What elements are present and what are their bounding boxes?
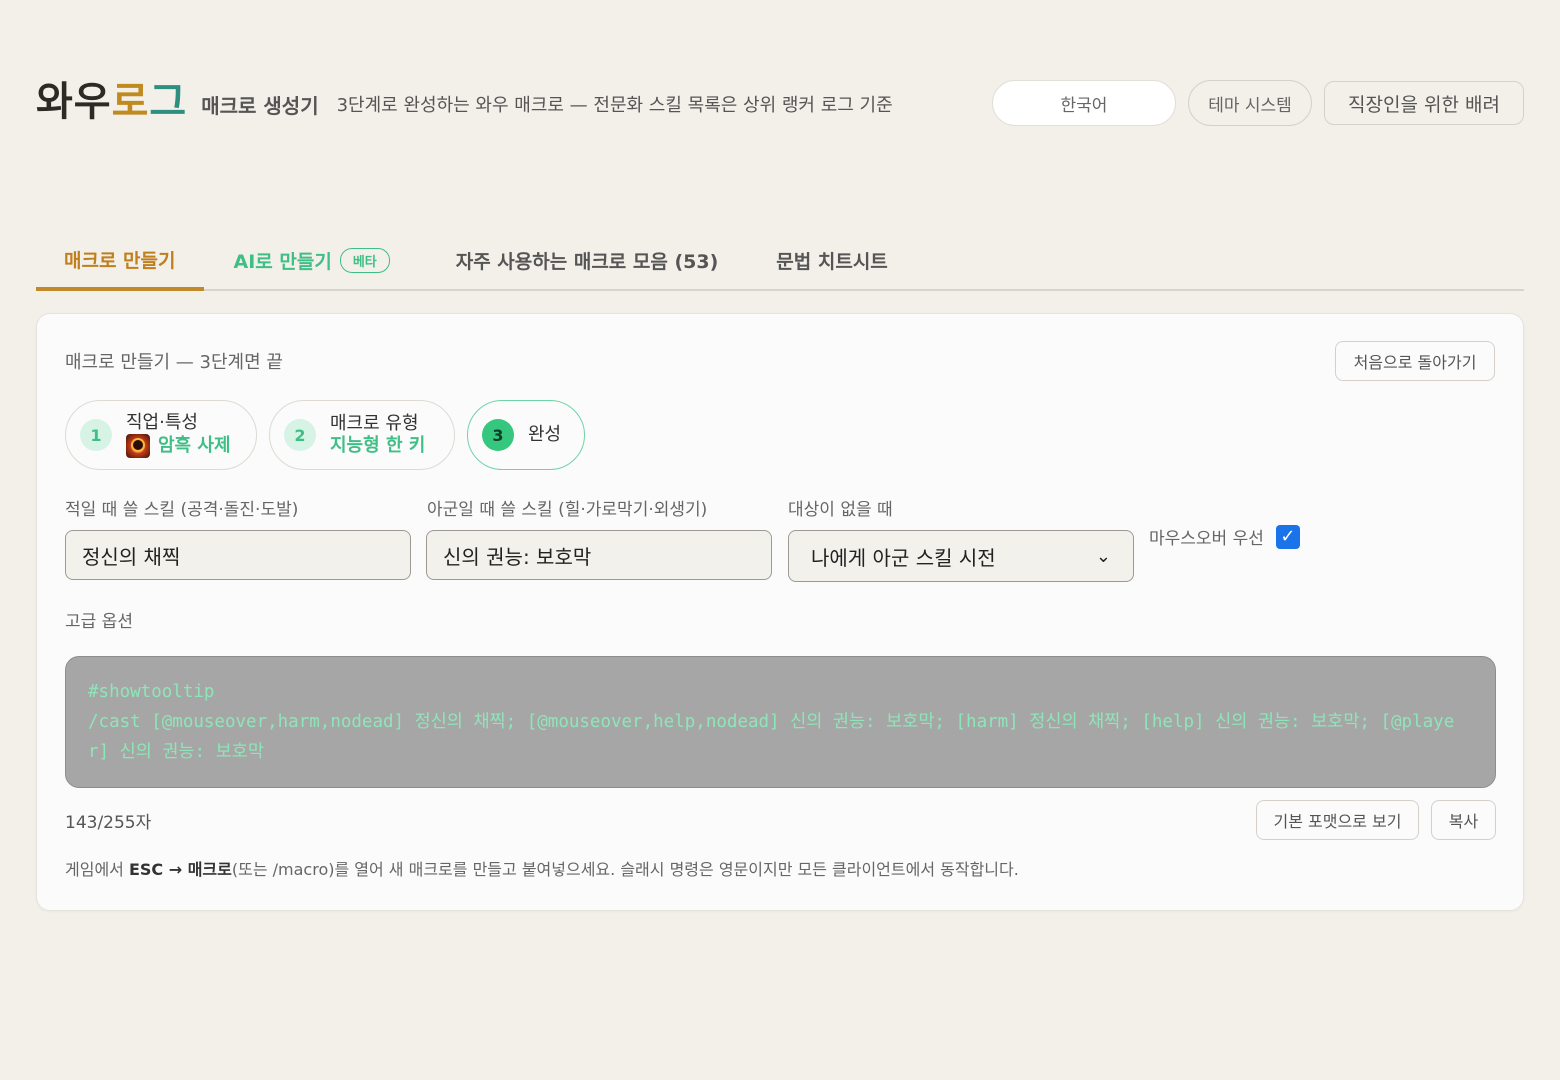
step-number: 3 xyxy=(482,419,514,451)
no-target-select-value: 나에게 아군 스킬 시전 xyxy=(811,545,996,570)
step-label: 직업·특성 xyxy=(126,411,198,433)
language-button[interactable]: 한국어 xyxy=(992,80,1176,126)
restart-button[interactable]: 처음으로 돌아가기 xyxy=(1335,341,1495,381)
mouseover-checkbox[interactable]: ✓ xyxy=(1275,524,1300,549)
ally-skill-label: 아군일 때 쓸 스킬 (힐·가로막기·외생기) xyxy=(427,500,708,520)
step-complete[interactable]: 3 완성 xyxy=(467,400,585,470)
basic-format-button[interactable]: 기본 포맷으로 보기 xyxy=(1256,800,1419,840)
step-class-spec[interactable]: 1 직업·특성 암흑 사제 xyxy=(65,400,257,470)
step-value: 지능형 한 키 xyxy=(330,435,426,456)
help-key-path: ESC → 매크로 xyxy=(128,860,232,879)
tab-make-macro-label: 매크로 만들기 xyxy=(64,250,176,272)
step-macro-type[interactable]: 2 매크로 유형 지능형 한 키 xyxy=(269,400,455,470)
macro-output[interactable]: #showtooltip /cast [@mouseover,harm,node… xyxy=(65,656,1496,788)
macro-builder-panel: 매크로 만들기 — 3단계면 끝 처음으로 돌아가기 1 직업·특성 암흑 사제… xyxy=(36,313,1524,911)
step-indicator: 1 직업·특성 암흑 사제 2 매크로 유형 지능형 한 키 3 완성 xyxy=(65,400,585,470)
page-subtitle: 3단계로 완성하는 와우 매크로 — 전문화 스킬 목록은 상위 랭커 로그 기… xyxy=(336,95,893,116)
main-tabs: 매크로 만들기 AI로 만들기 베타 자주 사용하는 매크로 모음 (53) 문… xyxy=(36,232,1524,291)
no-target-select[interactable]: 나에게 아군 스킬 시전 ⌄ xyxy=(788,530,1134,582)
page-title: 매크로 생성기 xyxy=(201,93,319,118)
step-value: 암흑 사제 xyxy=(126,434,231,459)
enemy-skill-input[interactable] xyxy=(65,530,411,580)
app-logo[interactable]: 와우로그 xyxy=(36,82,187,122)
no-target-label: 대상이 없을 때 xyxy=(788,500,893,520)
step-label: 매크로 유형 xyxy=(330,412,419,434)
tab-make-macro[interactable]: 매크로 만들기 xyxy=(36,232,204,291)
shadow-priest-spec-icon xyxy=(126,434,150,459)
worker-mode-button[interactable]: 직장인을 위한 배려 xyxy=(1324,81,1524,125)
enemy-skill-label: 적일 때 쓸 스킬 (공격·돌진·도발) xyxy=(65,500,299,520)
char-count: 143/255자 xyxy=(65,813,152,833)
logo-text-c: 그 xyxy=(149,79,188,125)
step-value-text: 암흑 사제 xyxy=(158,435,231,456)
tab-cheatsheet[interactable]: 문법 치트시트 xyxy=(774,232,916,289)
tab-common-macros[interactable]: 자주 사용하는 매크로 모음 (53) xyxy=(446,232,775,289)
logo-text-a: 와우 xyxy=(36,79,112,125)
header-actions: 한국어 테마 시스템 직장인을 위한 배려 xyxy=(992,80,1524,126)
step-label: 완성 xyxy=(528,423,562,445)
chevron-down-icon: ⌄ xyxy=(1095,545,1111,567)
panel-title: 매크로 만들기 — 3단계면 끝 xyxy=(65,352,283,373)
beta-badge: 베타 xyxy=(339,248,390,273)
app-header: 와우로그 매크로 생성기 3단계로 완성하는 와우 매크로 — 전문화 스킬 목… xyxy=(36,70,1524,134)
copy-button[interactable]: 복사 xyxy=(1431,800,1496,840)
mouseover-option[interactable]: 마우스오버 우선 ✓ xyxy=(1149,524,1300,549)
step-number: 2 xyxy=(284,419,316,451)
tab-ai-make[interactable]: AI로 만들기 베타 xyxy=(204,232,446,289)
mouseover-label: 마우스오버 우선 xyxy=(1149,529,1264,549)
tab-common-macros-label: 자주 사용하는 매크로 모음 (53) xyxy=(455,251,719,273)
tab-ai-make-label: AI로 만들기 xyxy=(233,251,332,273)
help-text: 게임에서 ESC → 매크로(또는 /macro)를 열어 새 매크로를 만들고… xyxy=(65,860,1019,879)
step-number: 1 xyxy=(80,419,112,451)
advanced-options-toggle[interactable]: 고급 옵션 xyxy=(65,607,133,632)
tab-cheatsheet-label: 문법 치트시트 xyxy=(776,251,888,273)
ally-skill-input[interactable] xyxy=(426,530,772,580)
logo-text-b: 로 xyxy=(111,79,150,125)
theme-button[interactable]: 테마 시스템 xyxy=(1188,80,1312,126)
